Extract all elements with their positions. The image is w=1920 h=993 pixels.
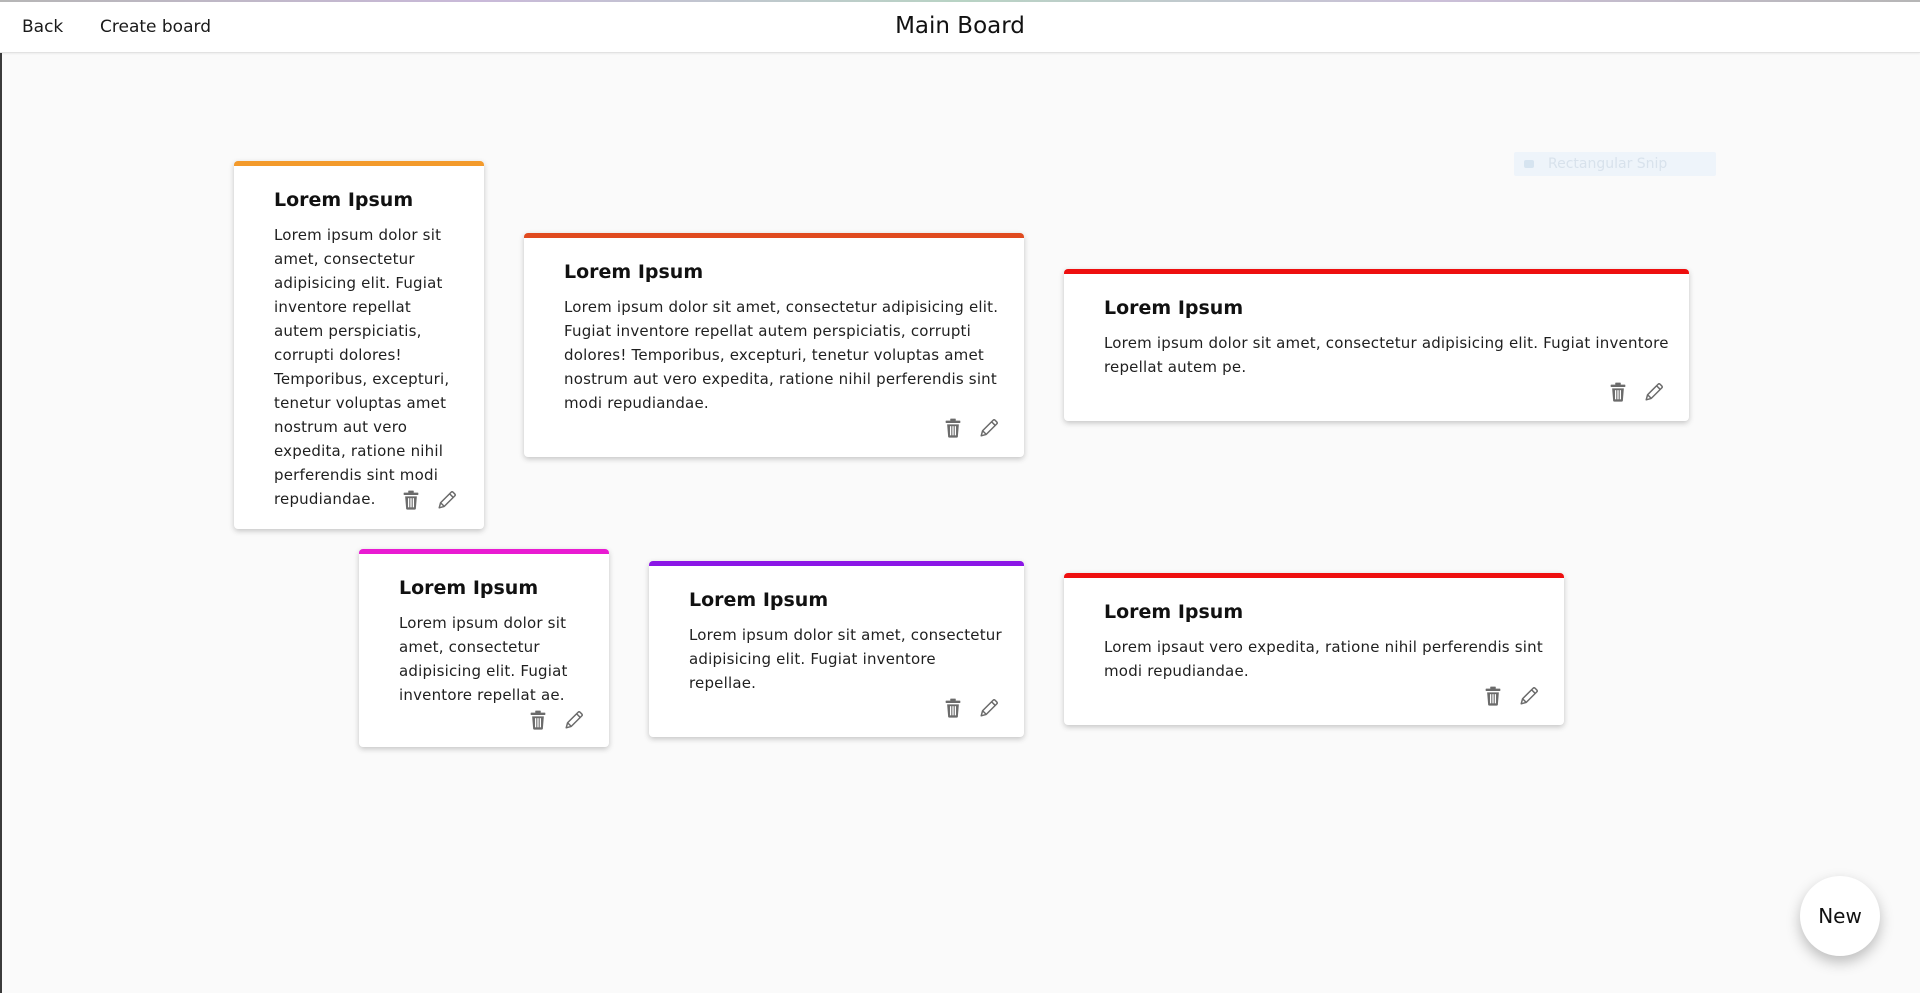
note-card-title: Lorem Ipsum xyxy=(689,589,829,611)
window-top-border xyxy=(0,0,1920,2)
note-card: Lorem Ipsum Lorem ipsum dolor sit amet, … xyxy=(524,233,1024,457)
note-card-body: Lorem ipsum dolor sit amet, consectetur … xyxy=(399,614,568,704)
note-card-body: Lorem ipsum dolor sit amet, consectetur … xyxy=(689,626,1002,692)
trash-icon[interactable] xyxy=(1607,381,1629,403)
note-card-actions xyxy=(942,417,1000,439)
trash-icon[interactable] xyxy=(942,697,964,719)
top-navbar: Back Create board Main Board xyxy=(0,0,1920,53)
note-card-title: Lorem Ipsum xyxy=(274,189,414,211)
note-card: Lorem Ipsum Lorem ipsum dolor sit amet, … xyxy=(1064,269,1689,421)
note-card-body: Lorem ipsum dolor sit amet, consectetur … xyxy=(564,298,999,412)
note-card: Lorem Ipsum Lorem ipsaut vero expedita, … xyxy=(1064,573,1564,725)
pencil-icon[interactable] xyxy=(563,709,585,731)
pencil-icon[interactable] xyxy=(978,417,1000,439)
window-left-edge xyxy=(0,0,2,993)
pencil-icon[interactable] xyxy=(436,489,458,511)
note-card-actions xyxy=(1482,685,1540,707)
pencil-icon[interactable] xyxy=(1643,381,1665,403)
note-card-title: Lorem Ipsum xyxy=(564,261,704,283)
note-card-title: Lorem Ipsum xyxy=(1104,601,1244,623)
snip-icon xyxy=(1524,160,1534,168)
note-card-actions xyxy=(942,697,1000,719)
pencil-icon[interactable] xyxy=(978,697,1000,719)
trash-icon[interactable] xyxy=(1482,685,1504,707)
note-card-actions xyxy=(1607,381,1665,403)
new-note-button[interactable]: New xyxy=(1800,876,1880,956)
note-card: Lorem Ipsum Lorem ipsum dolor sit amet, … xyxy=(649,561,1024,737)
trash-icon[interactable] xyxy=(942,417,964,439)
note-card-actions xyxy=(527,709,585,731)
snip-tool-overlay: Rectangular Snip xyxy=(1514,152,1716,176)
snip-label: Rectangular Snip xyxy=(1548,156,1668,172)
note-card-body: Lorem ipsum dolor sit amet, consectetur … xyxy=(1104,334,1669,376)
trash-icon[interactable] xyxy=(400,489,422,511)
trash-icon[interactable] xyxy=(527,709,549,731)
note-card-body: Lorem ipsum dolor sit amet, consectetur … xyxy=(274,226,450,508)
pencil-icon[interactable] xyxy=(1518,685,1540,707)
note-card-actions xyxy=(400,489,458,511)
note-card-title: Lorem Ipsum xyxy=(399,577,539,599)
note-card-body: Lorem ipsaut vero expedita, ratione nihi… xyxy=(1104,638,1543,680)
note-card: Lorem Ipsum Lorem ipsum dolor sit amet, … xyxy=(359,549,609,747)
page-title: Main Board xyxy=(895,13,1025,39)
note-card: Lorem Ipsum Lorem ipsum dolor sit amet, … xyxy=(234,161,484,529)
note-card-title: Lorem Ipsum xyxy=(1104,297,1244,319)
